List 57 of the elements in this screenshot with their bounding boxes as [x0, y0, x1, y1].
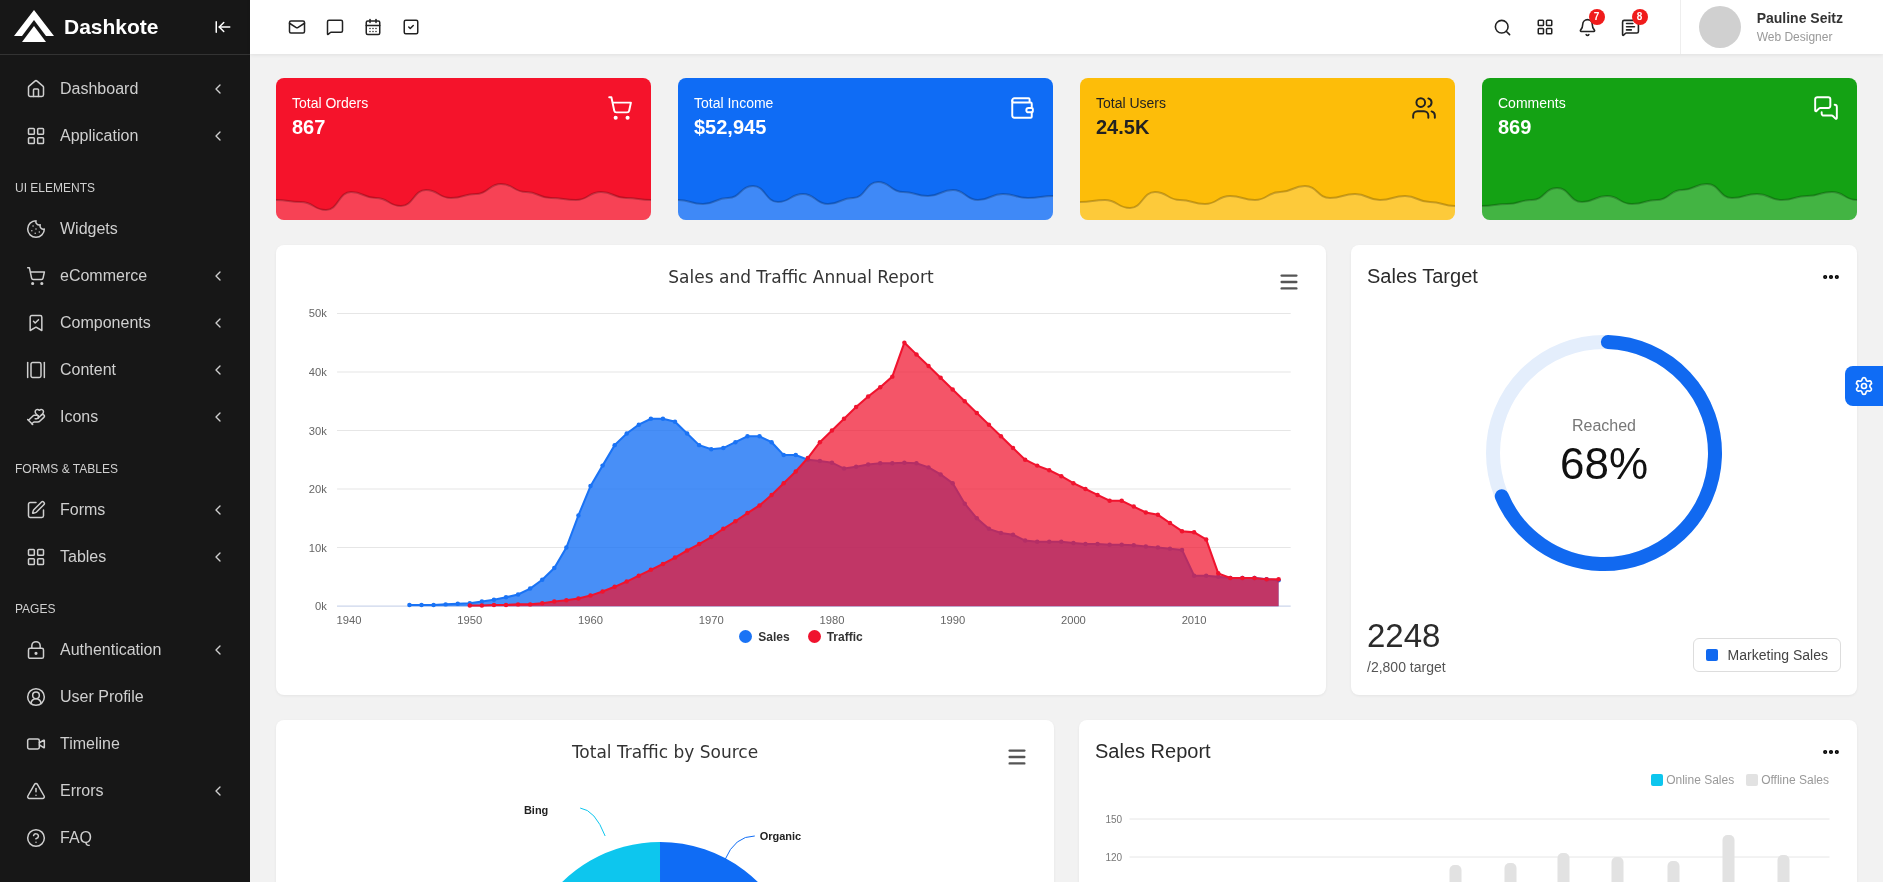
stat-value: 869 — [1498, 116, 1533, 139]
ring-label: Reached — [1571, 416, 1636, 435]
ring-value: 68% — [1559, 438, 1649, 489]
stat-title: Total Users — [1096, 95, 1167, 111]
axis-label: 150 — [1105, 814, 1123, 825]
chart-title: Total Traffic by Source — [570, 741, 760, 762]
stat-title: Total Orders — [292, 95, 369, 111]
sidebar-label: Authentication — [60, 640, 163, 659]
chart-title: Sales and Traffic Annual Report — [667, 266, 935, 287]
axis-label: 2000 — [1060, 614, 1086, 627]
stat-value: $52,945 — [694, 116, 768, 139]
axis-label: 0k — [314, 600, 327, 613]
axis-label: 10k — [308, 541, 327, 554]
axis-label: 1990 — [940, 614, 966, 627]
axis-label: 1980 — [819, 614, 845, 627]
section-heading: FORMS & TABLES — [14, 461, 119, 478]
axis-label: 1970 — [698, 614, 724, 627]
stat-value: 867 — [292, 116, 327, 139]
user-role: Web Designer — [1756, 30, 1834, 44]
card-title: Sales Target — [1367, 265, 1478, 288]
sidebar-label: Timeline — [60, 734, 121, 753]
sidebar-label: eCommerce — [60, 266, 149, 285]
total-value: 2248 — [1367, 617, 1442, 655]
sidebar-label: Errors — [60, 781, 105, 800]
stat-title: Comments — [1498, 95, 1566, 111]
sidebar-label: Tables — [60, 547, 108, 566]
brand-name: Dashkote — [64, 15, 160, 39]
stat-title: Total Income — [694, 95, 774, 111]
sidebar-label: Application — [60, 126, 140, 145]
axis-label: 2010 — [1181, 614, 1207, 627]
user-name: Pauline Seitz — [1756, 10, 1843, 26]
axis-label: 1950 — [457, 614, 483, 627]
segment-label: Organic — [759, 830, 802, 842]
sidebar-label: Dashboard — [60, 79, 140, 98]
notification-badge: 7 — [1588, 8, 1605, 25]
message-badge: 8 — [1631, 8, 1648, 25]
legend-chip: Marketing Sales — [1692, 638, 1841, 672]
axis-label: 50k — [308, 307, 327, 320]
sidebar-label: Content — [60, 360, 118, 379]
sidebar-label: Components — [60, 313, 152, 332]
axis-label: 120 — [1105, 852, 1123, 863]
sidebar-label: Forms — [60, 500, 107, 519]
axis-label: 40k — [308, 366, 327, 379]
axis-label: 20k — [308, 483, 327, 496]
stat-value: 24.5K — [1096, 116, 1151, 139]
target-text: /2,800 target — [1367, 659, 1446, 675]
axis-label: 1940 — [336, 614, 362, 627]
section-heading: PAGES — [14, 601, 57, 618]
sidebar-label: FAQ — [60, 828, 93, 847]
axis-label: 30k — [308, 424, 327, 437]
sidebar-label: User Profile — [60, 687, 145, 706]
sidebar-label: Icons — [60, 407, 100, 426]
segment-label: Bing — [523, 804, 549, 817]
card-title: Sales Report — [1095, 740, 1211, 763]
axis-label: 1960 — [578, 614, 603, 627]
sidebar-label: Widgets — [60, 219, 119, 238]
section-heading: UI ELEMENTS — [14, 180, 96, 197]
